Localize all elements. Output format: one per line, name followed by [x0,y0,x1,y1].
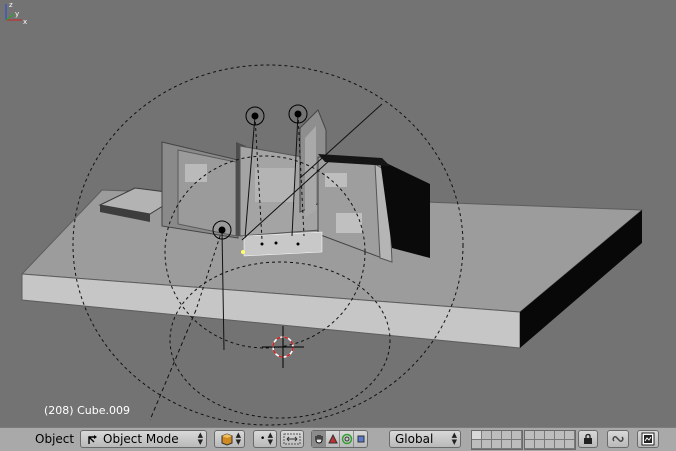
translate-icon[interactable] [326,431,340,447]
viewport-header: Object Object Mode ▲ ▼ ▲ ▼ • ▲ ▼ Global … [0,427,676,451]
draw-type-icon [221,433,233,446]
layer-button[interactable] [555,440,565,449]
rotate-icon[interactable] [340,431,354,447]
view-axes-icon: z y x [5,1,27,26]
select-arrows-icon: ▲ ▼ [235,431,241,446]
render-icon [641,432,655,446]
select-arrows-icon: ▲ ▼ [451,431,457,446]
frame-object-status: (208) Cube.009 [44,404,130,417]
object-menu[interactable]: Object [35,432,74,446]
blender-window: z y x (208) Cube.009 Object Object Mode … [0,0,676,451]
link-button[interactable] [607,430,629,448]
hand-icon[interactable] [312,431,326,447]
layer-button[interactable] [525,440,535,449]
layer-button[interactable] [525,431,535,440]
pivot-select[interactable]: • ▲ ▼ [253,430,277,448]
layer-lock-button[interactable] [578,430,598,448]
layer-button[interactable] [555,431,565,440]
layer-button[interactable] [512,431,522,440]
mode-icon [88,435,97,444]
selected-cube[interactable] [241,231,323,257]
layer-button[interactable] [565,440,575,449]
draw-type-select[interactable]: ▲ ▼ [214,430,245,448]
lock-icon [584,433,592,444]
scene-canvas[interactable] [0,0,676,427]
layer-button[interactable] [492,431,502,440]
layer-button[interactable] [502,431,512,440]
layer-button[interactable] [482,431,492,440]
layer-group-1[interactable] [471,430,523,450]
layer-button[interactable] [535,440,545,449]
axis-z-label: z [9,1,13,9]
axis-y-label: y [15,10,19,18]
axis-x-label: x [23,18,27,26]
orientation-value: Global [395,432,434,446]
layer-button[interactable] [492,440,502,449]
mode-select-value: Object Mode [103,432,179,446]
select-arrows-icon: ▲ ▼ [197,431,203,446]
layer-button[interactable] [472,440,482,449]
layer-button[interactable] [482,440,492,449]
snap-toggle[interactable] [280,430,304,448]
snap-icon [283,433,301,445]
layer-button[interactable] [502,440,512,449]
manipulator-buttons [311,430,368,448]
layer-button[interactable] [535,431,545,440]
select-arrows-icon: ▲ ▼ [267,431,273,446]
layer-button[interactable] [545,431,555,440]
layer-group-2[interactable] [524,430,576,450]
layer-1-button[interactable] [472,431,482,440]
layer-button[interactable] [565,431,575,440]
mode-select[interactable]: Object Mode ▲ ▼ [80,430,207,448]
scale-icon[interactable] [354,431,367,447]
link-icon [612,436,624,442]
pivot-dot-icon: • [260,434,266,444]
layer-button[interactable] [512,440,522,449]
orientation-select[interactable]: Global ▲ ▼ [389,430,461,448]
3d-viewport[interactable]: z y x (208) Cube.009 [0,0,676,427]
render-button[interactable] [637,430,659,448]
layer-button[interactable] [545,440,555,449]
